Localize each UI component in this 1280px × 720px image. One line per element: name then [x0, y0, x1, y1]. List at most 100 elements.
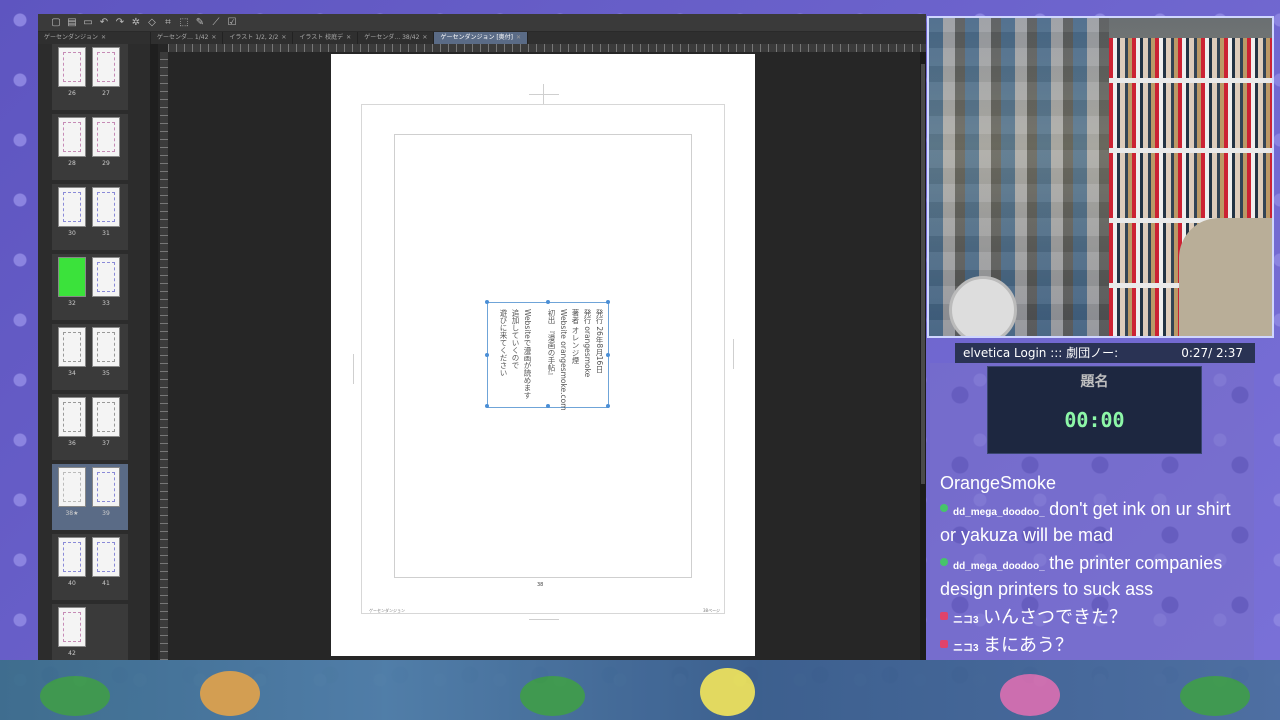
- panel-scrollbar[interactable]: [150, 44, 158, 660]
- page-thumbnail[interactable]: [58, 397, 86, 437]
- select-icon[interactable]: ⬚: [178, 17, 190, 29]
- shelf-board: [1109, 148, 1272, 153]
- vertical-ruler: [160, 52, 168, 660]
- main-toolbar: ▢ ▤ ▭ ↶ ↷ ✲ ◇ ⌗ ⬚ ✎ ⟋ ☑: [38, 14, 926, 32]
- transform-icon[interactable]: ⌗: [162, 17, 174, 29]
- resize-handle[interactable]: [485, 353, 489, 357]
- track-time: 0:27/ 2:37: [1181, 346, 1243, 360]
- page-thumbnail[interactable]: [92, 187, 120, 227]
- page-thumbnail[interactable]: [92, 117, 120, 157]
- page-number: 30: [68, 230, 76, 237]
- page-thumbnail[interactable]: [92, 47, 120, 87]
- page-manager-panel: 26 27 28 29 30 31 32 33 34 35 36 37 38★ …: [38, 44, 150, 660]
- tab-0[interactable]: ゲーセンダ… 1/42 ✕: [151, 32, 224, 44]
- manuscript-page[interactable]: 発行 26年8月16日 発行 orangesmoke 著者 オレンジ煙 Webs…: [331, 54, 755, 656]
- settings-icon[interactable]: ✲: [130, 17, 142, 29]
- tab-4[interactable]: ゲーセンダンジョン [奥付] ✕: [434, 32, 529, 44]
- footer-left: ゲーセンダンジョン: [369, 608, 405, 613]
- colophon-line: 追加していくので: [511, 309, 520, 369]
- trim-mark: [353, 354, 354, 384]
- scrollbar-thumb[interactable]: [921, 64, 925, 484]
- page-thumbnail[interactable]: [58, 257, 86, 297]
- timer-widget: 題名 00:00: [987, 366, 1202, 454]
- bottom-banner: [0, 660, 1280, 720]
- page-thumbnail[interactable]: [58, 117, 86, 157]
- page-row[interactable]: 32 33: [52, 254, 128, 320]
- page-number: 27: [102, 90, 110, 97]
- page-number: 38★: [65, 510, 79, 517]
- resize-handle[interactable]: [606, 300, 610, 304]
- page-row-selected[interactable]: 38★ 39: [52, 464, 128, 530]
- colophon-line: Websiteで漫画が読めます: [523, 309, 532, 399]
- pen-icon[interactable]: ✎: [194, 17, 206, 29]
- close-icon[interactable]: ✕: [516, 34, 521, 41]
- webcam-feed: [927, 16, 1274, 338]
- resize-handle[interactable]: [606, 404, 610, 408]
- close-icon[interactable]: ✕: [281, 34, 286, 41]
- page-thumbnail[interactable]: [92, 537, 120, 577]
- chat-message: ニコ3 まにあう？: [940, 632, 1250, 658]
- page-thumbnail[interactable]: [58, 327, 86, 367]
- ruler-icon[interactable]: ⟋: [210, 17, 222, 29]
- resize-handle[interactable]: [485, 404, 489, 408]
- open-icon[interactable]: ▤: [66, 17, 78, 29]
- resize-handle[interactable]: [485, 300, 489, 304]
- layer-icon[interactable]: ◇: [146, 17, 158, 29]
- page-number: 26: [68, 90, 76, 97]
- page-thumbnail[interactable]: [92, 467, 120, 507]
- resize-handle[interactable]: [546, 300, 550, 304]
- chat-badge-icon: [940, 504, 948, 512]
- page-thumbnail[interactable]: [92, 397, 120, 437]
- page-row[interactable]: 30 31: [52, 184, 128, 250]
- page-thumbnail[interactable]: [58, 537, 86, 577]
- close-icon[interactable]: ✕: [211, 34, 216, 41]
- timer-title: 題名: [1080, 374, 1109, 390]
- page-row[interactable]: 34 35: [52, 324, 128, 390]
- page-row[interactable]: 42: [52, 604, 128, 660]
- chat-username: ニコ3: [953, 615, 979, 626]
- chat-text: まにあう？: [983, 635, 1074, 655]
- page-thumbnail[interactable]: [58, 187, 86, 227]
- pages-panel-tab[interactable]: ゲーセンダンジョン ✕: [38, 32, 151, 44]
- page-row[interactable]: 40 41: [52, 534, 128, 600]
- resize-handle[interactable]: [606, 353, 610, 357]
- undo-icon[interactable]: ↶: [98, 17, 110, 29]
- page-row[interactable]: 36 37: [52, 394, 128, 460]
- page-number: 40: [68, 580, 76, 587]
- page-thumbnail[interactable]: [92, 327, 120, 367]
- trim-mark: [529, 94, 559, 95]
- colophon-line: Website orangesmoke.com: [559, 309, 568, 411]
- trim-mark: [733, 339, 734, 369]
- page-number: 37: [102, 440, 110, 447]
- close-icon[interactable]: ✕: [346, 34, 351, 41]
- now-playing-bar: elvetica Login ::: 劇団ノー: 0:27/ 2:37: [955, 343, 1255, 363]
- colophon-line: 発行 26年8月16日: [595, 309, 604, 373]
- new-file-icon[interactable]: ▢: [50, 17, 62, 29]
- page-number-label: 38: [537, 582, 544, 588]
- page-number: 39: [102, 510, 110, 517]
- redo-icon[interactable]: ↷: [114, 17, 126, 29]
- tab-2[interactable]: イラスト 校庭デ ✕: [293, 32, 359, 44]
- page-thumbnail[interactable]: [92, 257, 120, 297]
- check-icon[interactable]: ☑: [226, 17, 238, 29]
- timer-clock: 00:00: [1064, 408, 1125, 432]
- track-title: elvetica Login ::: 劇団ノー:: [963, 346, 1119, 360]
- page-row[interactable]: 28 29: [52, 114, 128, 180]
- chat-message: ニコ3 いんさつできた？: [940, 604, 1250, 630]
- resize-handle[interactable]: [546, 404, 550, 408]
- tab-3[interactable]: ゲーセンダ… 38/42 ✕: [358, 32, 435, 44]
- save-icon[interactable]: ▭: [82, 17, 94, 29]
- shelf-board: [1109, 78, 1272, 83]
- page-row[interactable]: 26 27: [52, 44, 128, 110]
- page-number: 36: [68, 440, 76, 447]
- page-thumbnail[interactable]: [58, 467, 86, 507]
- page-thumbnail[interactable]: [58, 607, 86, 647]
- close-icon[interactable]: ✕: [101, 34, 106, 41]
- document-tabs: ゲーセンダンジョン ✕ ゲーセンダ… 1/42 ✕ イラスト 1/2, 2/2 ✕ イ…: [38, 32, 926, 44]
- trim-mark: [543, 84, 544, 104]
- tab-1[interactable]: イラスト 1/2, 2/2 ✕: [223, 32, 294, 44]
- colophon-line: 発行 orangesmoke: [583, 309, 592, 378]
- close-icon[interactable]: ✕: [422, 34, 427, 41]
- colophon-text-box[interactable]: 発行 26年8月16日 発行 orangesmoke 著者 オレンジ煙 Webs…: [485, 300, 610, 411]
- page-thumbnail[interactable]: [58, 47, 86, 87]
